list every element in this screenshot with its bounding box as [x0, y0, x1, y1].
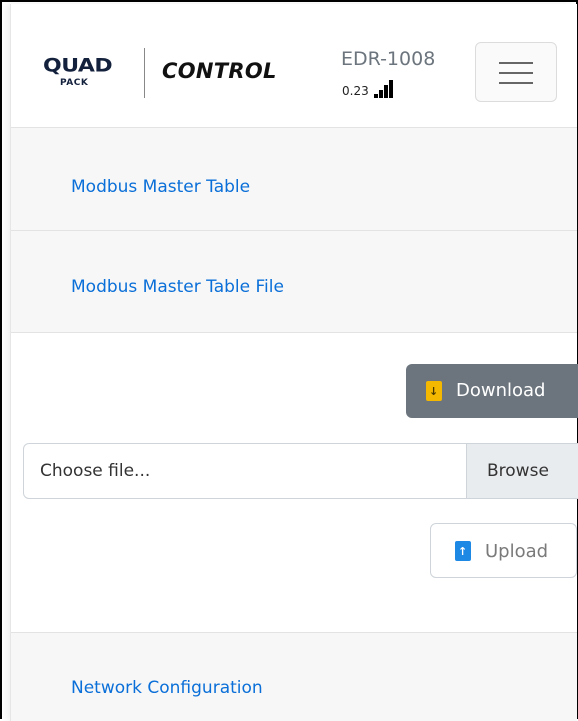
section-modbus-master-table-file: Modbus Master Table File [11, 231, 577, 333]
navbar: QUAD PACK CONTROL EDR-1008 0.23 [11, 4, 577, 128]
hamburger-menu-button[interactable] [475, 42, 557, 102]
logo-divider [144, 48, 145, 98]
file-input[interactable]: Choose file... Browse [23, 443, 578, 499]
signal-strength-icon [374, 80, 398, 98]
control-logo-text[interactable]: CONTROL [162, 59, 277, 83]
quad-logo-text[interactable]: QUAD [43, 57, 113, 76]
modbus-master-table-file-link[interactable]: Modbus Master Table File [71, 277, 284, 297]
app-frame: QUAD PACK CONTROL EDR-1008 0.23 Modbus M… [0, 0, 578, 721]
upload-button[interactable]: ↑ Upload [430, 523, 577, 578]
file-panel: ↓ Download Choose file... Browse ↑ Uploa… [11, 333, 578, 633]
modbus-master-table-link[interactable]: Modbus Master Table [71, 177, 250, 197]
network-configuration-link[interactable]: Network Configuration [71, 678, 263, 698]
device-version: 0.23 [342, 84, 369, 98]
section-modbus-master-table: Modbus Master Table [11, 128, 577, 231]
section-network-configuration: Network Configuration [11, 633, 577, 721]
browse-button[interactable]: Browse [466, 444, 578, 498]
pack-logo-text: PACK [60, 78, 89, 88]
page-container: QUAD PACK CONTROL EDR-1008 0.23 Modbus M… [10, 4, 578, 721]
download-label: Download [456, 380, 546, 401]
file-upload-icon: ↑ [455, 541, 471, 561]
browse-label: Browse [487, 461, 549, 481]
file-input-placeholder: Choose file... [40, 461, 151, 481]
device-name: EDR-1008 [341, 48, 436, 70]
hamburger-menu-icon [499, 62, 533, 64]
upload-label: Upload [485, 541, 549, 562]
download-button[interactable]: ↓ Download [406, 364, 578, 418]
file-download-icon: ↓ [426, 381, 442, 401]
